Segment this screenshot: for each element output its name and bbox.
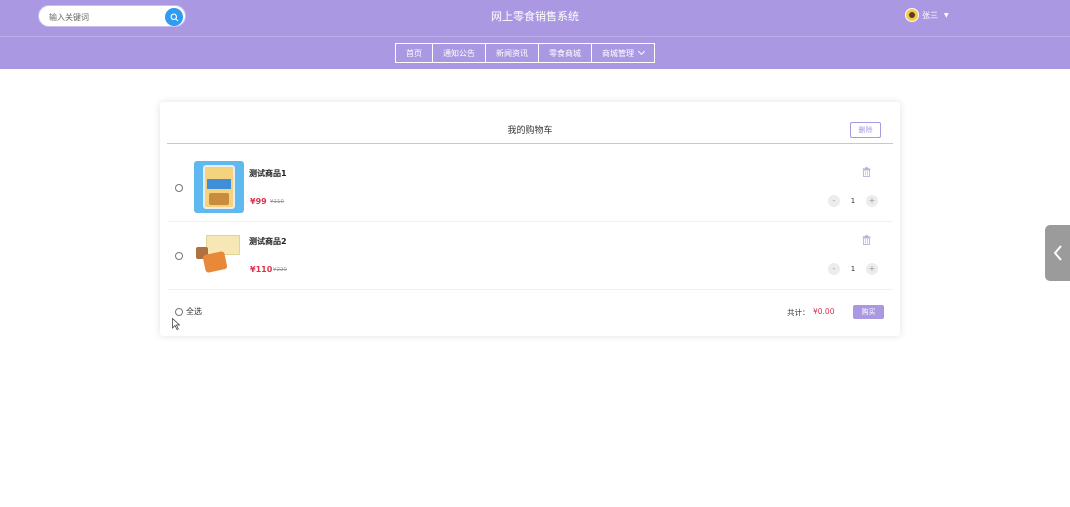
product-price: ¥110 bbox=[250, 265, 273, 274]
item-select-radio[interactable] bbox=[175, 252, 183, 260]
nav-item-news[interactable]: 新闻资讯 bbox=[486, 44, 539, 62]
quantity-value: 1 bbox=[850, 197, 856, 205]
total-value: ¥0.00 bbox=[813, 307, 835, 316]
side-panel-toggle[interactable] bbox=[1045, 225, 1070, 281]
total-label: 共计： bbox=[787, 308, 810, 317]
user-menu[interactable]: 张三 ▼ bbox=[905, 8, 949, 22]
mouse-cursor-icon bbox=[172, 318, 180, 330]
chevron-down-icon bbox=[637, 47, 646, 56]
avatar bbox=[905, 8, 919, 22]
cart-card: 我的购物车 删除 测试商品1 ¥99 ¥110 - 1 + 测试商品2 ¥110… bbox=[160, 102, 900, 336]
decrease-button[interactable]: - bbox=[828, 195, 840, 207]
item-select-radio[interactable] bbox=[175, 184, 183, 192]
product-price: ¥99 bbox=[250, 197, 267, 206]
product-image[interactable] bbox=[194, 229, 244, 281]
select-all-radio[interactable] bbox=[175, 308, 183, 316]
quantity-value: 1 bbox=[850, 265, 856, 273]
product-image[interactable] bbox=[194, 161, 244, 213]
decrease-button[interactable]: - bbox=[828, 263, 840, 275]
buy-button[interactable]: 购买 bbox=[853, 305, 884, 319]
product-name[interactable]: 测试商品2 bbox=[249, 236, 287, 247]
trash-icon[interactable] bbox=[862, 167, 871, 177]
main-nav: 首页 通知公告 新闻资讯 零食商城 商城管理 bbox=[395, 43, 655, 63]
product-name[interactable]: 测试商品1 bbox=[249, 168, 287, 179]
cart-footer: 全选 共计： ¥0.00 购买 bbox=[167, 302, 893, 322]
nav-item-shop[interactable]: 零食商城 bbox=[539, 44, 592, 62]
quantity-stepper: - 1 + bbox=[828, 195, 878, 207]
trash-icon[interactable] bbox=[862, 235, 871, 245]
cart-title: 我的购物车 bbox=[507, 126, 553, 136]
chevron-left-icon bbox=[1053, 245, 1062, 261]
nav-item-notices[interactable]: 通知公告 bbox=[433, 44, 486, 62]
nav-item-shop-admin[interactable]: 商城管理 bbox=[592, 44, 654, 62]
username: 张三 bbox=[922, 10, 938, 20]
increase-button[interactable]: + bbox=[866, 195, 878, 207]
quantity-stepper: - 1 + bbox=[828, 263, 878, 275]
nav-bar: 首页 通知公告 新闻资讯 零食商城 商城管理 bbox=[0, 36, 1070, 69]
nav-item-home[interactable]: 首页 bbox=[396, 44, 433, 62]
select-all-label[interactable]: 全选 bbox=[186, 306, 202, 317]
top-header: 网上零食销售系统 张三 ▼ bbox=[0, 0, 1070, 36]
cart-item: 测试商品2 ¥110 ¥220 - 1 + bbox=[167, 222, 893, 290]
increase-button[interactable]: + bbox=[866, 263, 878, 275]
product-old-price: ¥220 bbox=[273, 267, 287, 273]
caret-down-icon: ▼ bbox=[944, 11, 949, 19]
product-old-price: ¥110 bbox=[270, 199, 284, 205]
cart-header: 我的购物车 删除 bbox=[167, 102, 893, 144]
nav-item-shop-admin-label: 商城管理 bbox=[602, 48, 634, 58]
cart-item: 测试商品1 ¥99 ¥110 - 1 + bbox=[167, 154, 893, 222]
delete-button[interactable]: 删除 bbox=[850, 122, 881, 138]
